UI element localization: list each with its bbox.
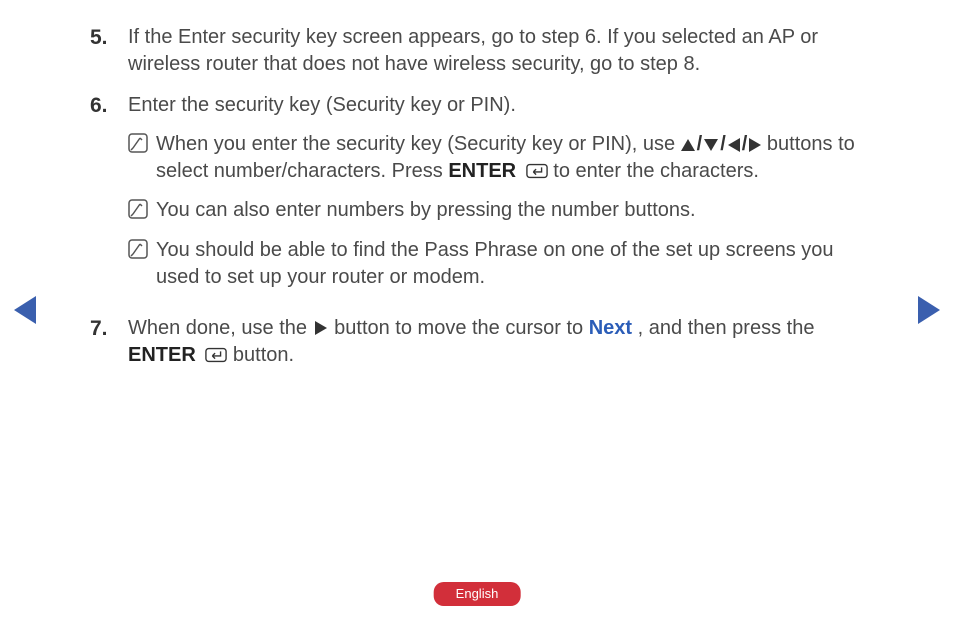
step-text-part: When done, use the <box>128 317 313 339</box>
note-icon <box>128 131 156 187</box>
instruction-list: 5. If the Enter security key screen appe… <box>90 24 864 371</box>
step-text-part: button. <box>233 344 294 366</box>
language-pill[interactable]: English <box>434 582 521 606</box>
prev-page-arrow[interactable] <box>14 296 36 324</box>
enter-icon <box>205 344 227 371</box>
note-2: You can also enter numbers by pressing t… <box>128 197 864 227</box>
enter-label: ENTER <box>128 344 196 366</box>
step-7: 7. When done, use the button to move the… <box>90 315 864 371</box>
step-number: 6. <box>90 92 128 301</box>
enter-label: ENTER <box>448 160 516 182</box>
note-text: You can also enter numbers by pressing t… <box>156 197 864 227</box>
enter-icon <box>526 160 548 187</box>
note-text: You should be able to find the Pass Phra… <box>156 237 864 291</box>
step-text-part: , and then press the <box>638 317 815 339</box>
step-number: 7. <box>90 315 128 371</box>
step-number: 5. <box>90 24 128 78</box>
next-page-arrow[interactable] <box>918 296 940 324</box>
right-arrow-icon <box>315 321 327 335</box>
note-1: When you enter the security key (Securit… <box>128 131 864 187</box>
note-icon <box>128 197 156 227</box>
step-5: 5. If the Enter security key screen appe… <box>90 24 864 78</box>
note-text: When you enter the security key (Securit… <box>156 131 864 187</box>
step-text: If the Enter security key screen appears… <box>128 24 864 78</box>
note-icon <box>128 237 156 291</box>
note-text-part: When you enter the security key (Securit… <box>156 133 681 155</box>
next-label: Next <box>589 317 632 339</box>
direction-pad-icon: / / / <box>681 131 762 158</box>
step-text-part: button to move the cursor to <box>334 317 589 339</box>
note-3: You should be able to find the Pass Phra… <box>128 237 864 291</box>
step-6: 6. Enter the security key (Security key … <box>90 92 864 301</box>
manual-page: 5. If the Enter security key screen appe… <box>0 0 954 624</box>
note-text-part: to enter the characters. <box>553 160 759 182</box>
step-text: Enter the security key (Security key or … <box>128 92 864 119</box>
step-text: When done, use the button to move the cu… <box>128 315 864 371</box>
